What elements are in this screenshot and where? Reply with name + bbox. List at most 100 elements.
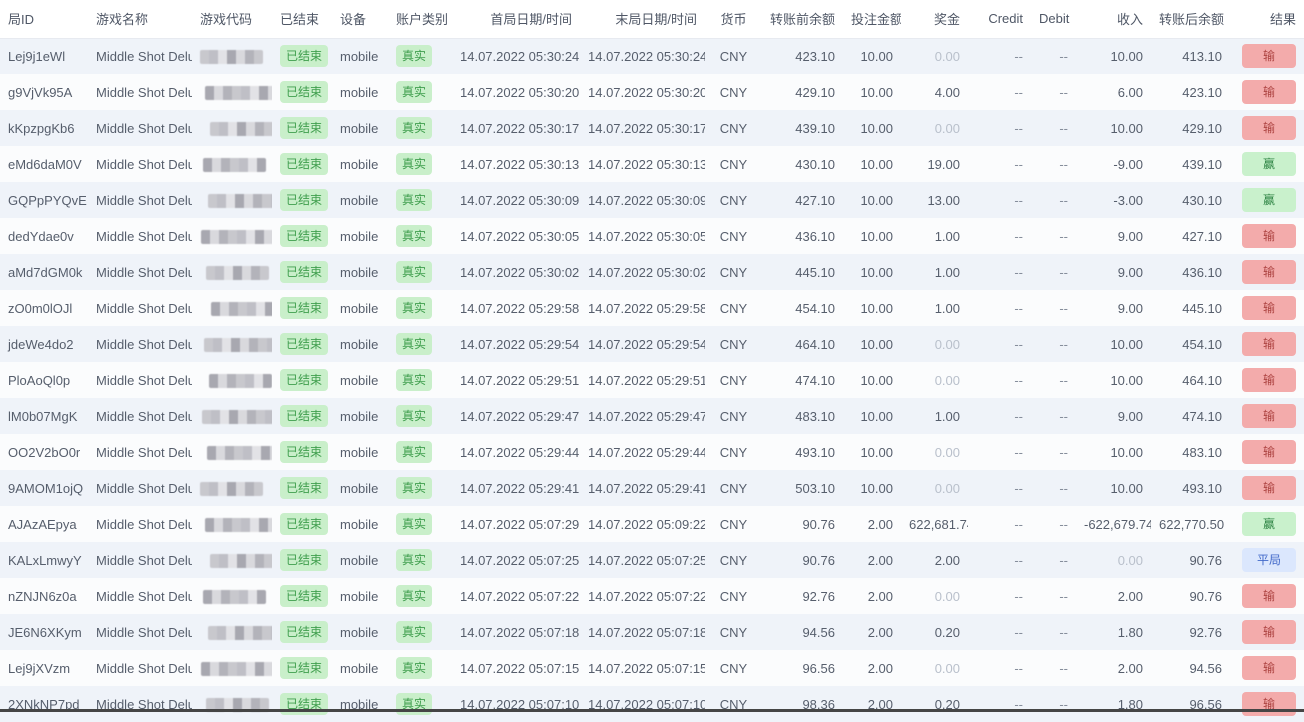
cell-device: mobile: [332, 290, 388, 326]
table-row[interactable]: 9AMOM1ojQMiddle Shot Deluxe已结束mobile真实14…: [0, 470, 1304, 506]
cell-prize: 4.00: [901, 74, 968, 110]
table-row[interactable]: GQPpPYQvEMiddle Shot Deluxe已结束mobile真实14…: [0, 182, 1304, 218]
cell-debit: --: [1031, 686, 1076, 722]
table-row[interactable]: OO2V2bO0rMiddle Shot Deluxe已结束mobile真实14…: [0, 434, 1304, 470]
cell-currency: CNY: [705, 434, 762, 470]
table-row[interactable]: g9VjVk95AMiddle Shot Deluxe已结束mobile真实14…: [0, 74, 1304, 110]
cell-round_id: GQPpPYQvE: [0, 182, 88, 218]
cell-account_type: 真实: [388, 38, 452, 74]
cell-finished: 已结束: [272, 542, 332, 578]
table-row[interactable]: AJAzAEpyaMiddle Shot Deluxe已结束mobile真实14…: [0, 506, 1304, 542]
cell-balance_before: 423.10: [762, 38, 843, 74]
table-row[interactable]: dedYdae0vMiddle Shot Deluxe已结束mobile真实14…: [0, 218, 1304, 254]
cell-balance_after: 439.10: [1151, 146, 1230, 182]
column-header-first_time: 首局日期/时间: [452, 0, 580, 38]
cell-game_code: [192, 578, 272, 614]
cell-debit: --: [1031, 182, 1076, 218]
cell-prize: 0.00: [901, 38, 968, 74]
table-row[interactable]: nZNJN6z0aMiddle Shot Deluxe已结束mobile真实14…: [0, 578, 1304, 614]
cell-balance_before: 430.10: [762, 146, 843, 182]
cell-result: 输: [1230, 362, 1304, 398]
cell-balance_after: 92.76: [1151, 614, 1230, 650]
cell-currency: CNY: [705, 38, 762, 74]
cell-income: 2.00: [1076, 650, 1151, 686]
finished-badge: 已结束: [280, 513, 328, 535]
table-row[interactable]: Lej9jXVzmMiddle Shot Deluxe已结束mobile真实14…: [0, 650, 1304, 686]
cell-balance_before: 92.76: [762, 578, 843, 614]
table-row[interactable]: jdeWe4do2Middle Shot Deluxe已结束mobile真实14…: [0, 326, 1304, 362]
finished-badge: 已结束: [280, 549, 328, 571]
cell-credit: --: [968, 542, 1031, 578]
cell-prize: 622,681.74: [901, 506, 968, 542]
cell-game_name: Middle Shot Deluxe: [88, 542, 192, 578]
cell-game_name: Middle Shot Deluxe: [88, 614, 192, 650]
cell-bet: 2.00: [843, 686, 901, 722]
cell-debit: --: [1031, 578, 1076, 614]
finished-badge: 已结束: [280, 369, 328, 391]
cell-debit: --: [1031, 74, 1076, 110]
redacted-game-code: [210, 554, 272, 568]
cell-income: 10.00: [1076, 434, 1151, 470]
finished-badge: 已结束: [280, 225, 328, 247]
cell-result: 输: [1230, 254, 1304, 290]
cell-prize: 1.00: [901, 254, 968, 290]
cell-finished: 已结束: [272, 434, 332, 470]
cell-game_name: Middle Shot Deluxe: [88, 470, 192, 506]
cell-debit: --: [1031, 218, 1076, 254]
cell-game_code: [192, 362, 272, 398]
cell-bet: 2.00: [843, 614, 901, 650]
table-row[interactable]: JE6N6XKymMiddle Shot Deluxe已结束mobile真实14…: [0, 614, 1304, 650]
column-header-credit: Credit: [968, 0, 1031, 38]
redacted-game-code: [200, 50, 263, 64]
table-row[interactable]: PloAoQl0pMiddle Shot Deluxe已结束mobile真实14…: [0, 362, 1304, 398]
finished-badge: 已结束: [280, 585, 328, 607]
cell-last_time: 14.07.2022 05:29:58: [580, 290, 705, 326]
cell-prize: 0.00: [901, 650, 968, 686]
cell-round_id: Lej9jXVzm: [0, 650, 88, 686]
cell-game_code: [192, 74, 272, 110]
table-row[interactable]: aMd7dGM0kMiddle Shot Deluxe已结束mobile真实14…: [0, 254, 1304, 290]
table-row[interactable]: eMd6daM0VMiddle Shot Deluxe已结束mobile真实14…: [0, 146, 1304, 182]
redacted-game-code: [205, 86, 272, 100]
cell-balance_before: 454.10: [762, 290, 843, 326]
cell-prize: 1.00: [901, 290, 968, 326]
finished-badge: 已结束: [280, 297, 328, 319]
cell-result: 输: [1230, 470, 1304, 506]
table-row[interactable]: kKpzpgKb6Middle Shot Deluxe已结束mobile真实14…: [0, 110, 1304, 146]
cell-game_code: [192, 506, 272, 542]
cell-balance_after: 445.10: [1151, 290, 1230, 326]
cell-account_type: 真实: [388, 398, 452, 434]
table-row[interactable]: 2XNkNP7pdMiddle Shot Deluxe已结束mobile真实14…: [0, 686, 1304, 722]
cell-debit: --: [1031, 146, 1076, 182]
cell-finished: 已结束: [272, 362, 332, 398]
cell-account_type: 真实: [388, 686, 452, 722]
account_type-badge: 真实: [396, 189, 432, 211]
cell-last_time: 14.07.2022 05:30:20: [580, 74, 705, 110]
column-header-game_name: 游戏名称: [88, 0, 192, 38]
redacted-game-code: [210, 122, 272, 136]
cell-currency: CNY: [705, 218, 762, 254]
cell-bet: 2.00: [843, 578, 901, 614]
table-row[interactable]: zO0m0lOJlMiddle Shot Deluxe已结束mobile真实14…: [0, 290, 1304, 326]
finished-badge: 已结束: [280, 261, 328, 283]
cell-first_time: 14.07.2022 05:30:02: [452, 254, 580, 290]
account_type-badge: 真实: [396, 585, 432, 607]
table-row[interactable]: Lej9j1eWlMiddle Shot Deluxe已结束mobile真实14…: [0, 38, 1304, 74]
table-row[interactable]: lM0b07MgKMiddle Shot Deluxe已结束mobile真实14…: [0, 398, 1304, 434]
cell-credit: --: [968, 362, 1031, 398]
result-badge-lose: 输: [1242, 584, 1296, 608]
cell-first_time: 14.07.2022 05:29:51: [452, 362, 580, 398]
cell-balance_before: 96.56: [762, 650, 843, 686]
table-row[interactable]: KALxLmwyYMiddle Shot Deluxe已结束mobile真实14…: [0, 542, 1304, 578]
cell-debit: --: [1031, 326, 1076, 362]
cell-credit: --: [968, 578, 1031, 614]
cell-finished: 已结束: [272, 254, 332, 290]
account_type-badge: 真实: [396, 45, 432, 67]
cell-round_id: kKpzpgKb6: [0, 110, 88, 146]
cell-device: mobile: [332, 506, 388, 542]
cell-credit: --: [968, 38, 1031, 74]
cell-game_code: [192, 398, 272, 434]
cell-first_time: 14.07.2022 05:29:41: [452, 470, 580, 506]
cell-bet: 10.00: [843, 326, 901, 362]
cell-device: mobile: [332, 362, 388, 398]
